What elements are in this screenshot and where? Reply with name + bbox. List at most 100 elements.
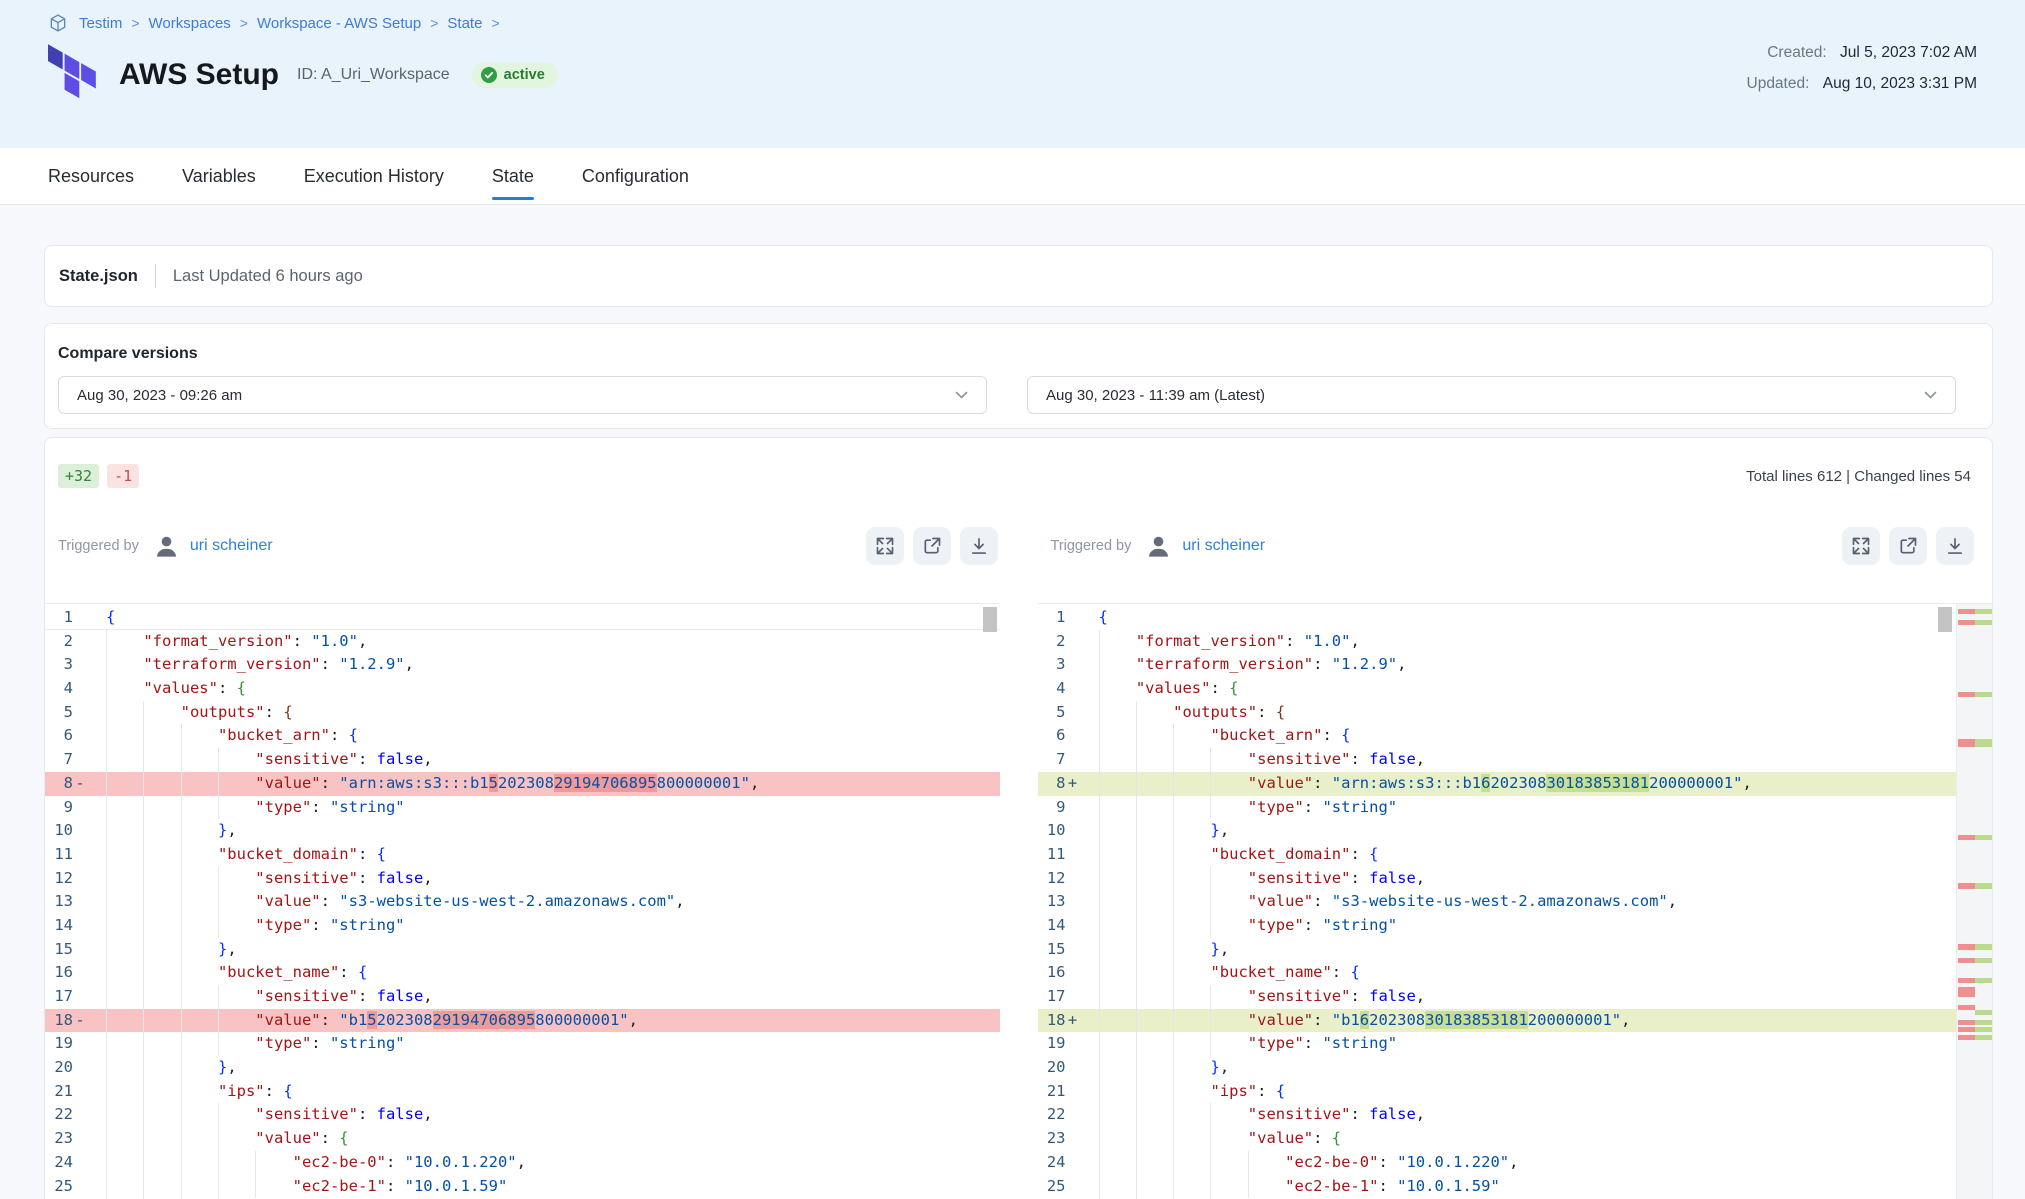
expand-button[interactable] [866,527,904,565]
version-select-from[interactable]: Aug 30, 2023 - 09:26 am [58,376,987,414]
indent-guide [1099,653,1100,677]
indent-guide [106,867,107,891]
indent-guide [1136,1103,1137,1127]
indent-guide [181,867,182,891]
diff-sign [1066,653,1080,677]
indent-guide [143,961,144,985]
code-line: 25"ec2-be-1": "10.0.1.59" [1038,1175,1993,1199]
code-editor-old[interactable]: 1{2"format_version": "1.0",3"terraform_v… [45,603,1000,1199]
indent-guide [181,914,182,938]
indent-guide [1099,914,1100,938]
tab-state[interactable]: State [492,148,534,204]
line-number: 16 [45,961,73,985]
indent-guide [1210,1009,1211,1033]
chevron-down-icon [1924,391,1937,400]
indent-guide [143,1032,144,1056]
indent-guide [181,796,182,820]
line-number: 1 [1038,606,1066,630]
diff-sign [1066,606,1080,630]
diff-panel-new: Triggered by uri scheiner [1038,489,1993,1199]
diff-sign [73,1151,87,1175]
indent-guide [218,796,219,820]
diff-sign [1066,938,1080,962]
workspace-id: ID: A_Uri_Workspace [297,66,450,84]
indent-guide [1248,1175,1249,1199]
tab-resources[interactable]: Resources [48,148,134,204]
indent-guide [181,748,182,772]
indent-guide [1173,724,1174,748]
download-button[interactable] [1936,527,1974,565]
breadcrumb-link[interactable]: Workspaces [149,15,231,32]
breadcrumb-link[interactable]: Workspace - AWS Setup [257,15,421,32]
diff-sign [73,914,87,938]
indent-guide [181,985,182,1009]
indent-guide [255,1175,256,1199]
open-external-button[interactable] [913,527,951,565]
indent-guide [1099,1032,1100,1056]
line-number: 25 [1038,1175,1066,1199]
indent-guide [1136,890,1137,914]
code-line: 1{ [45,606,1000,630]
code-line: 2"format_version": "1.0", [45,630,1000,654]
indent-guide [143,724,144,748]
line-number: 2 [1038,630,1066,654]
indent-guide [1099,1127,1100,1151]
diff-sign [73,867,87,891]
triggered-by-label: Triggered by [1051,538,1132,554]
added-count-badge: +32 [58,464,99,488]
triggered-by-user-link[interactable]: uri scheiner [1182,537,1265,555]
code-editor-new[interactable]: 1{2"format_version": "1.0",3"terraform_v… [1038,603,1993,1199]
diff-sign [1066,1175,1080,1199]
diff-sign [73,1056,87,1080]
line-number: 22 [45,1103,73,1127]
indent-guide [1210,1032,1211,1056]
download-button[interactable] [960,527,998,565]
indent-guide [1099,843,1100,867]
code-line: 5"outputs": { [1038,701,1993,725]
panel-actions [866,527,1000,565]
indent-guide [106,843,107,867]
indent-guide [1099,938,1100,962]
indent-guide [1136,914,1137,938]
diff-sign [1066,1127,1080,1151]
line-number: 17 [1038,985,1066,1009]
breadcrumb-link[interactable]: State [447,15,482,32]
code-line: 16"bucket_name": { [1038,961,1993,985]
indent-guide [218,748,219,772]
indent-guide [106,796,107,820]
line-number: 4 [45,677,73,701]
breadcrumb-separator: > [491,15,499,31]
tab-variables[interactable]: Variables [182,148,256,204]
code-line: 11"bucket_domain": { [1038,843,1993,867]
code-line: 14"type": "string" [1038,914,1993,938]
triggered-by-user-link[interactable]: uri scheiner [190,537,273,555]
indent-guide [143,796,144,820]
external-link-icon [922,536,942,556]
code-line: 5"outputs": { [45,701,1000,725]
diff-sign [1066,796,1080,820]
code-line: 22"sensitive": false, [1038,1103,1993,1127]
created-label: Created: [1767,44,1826,61]
code-line: 16"bucket_name": { [45,961,1000,985]
tab-execution-history[interactable]: Execution History [304,148,444,204]
breadcrumb-link[interactable]: Testim [79,15,122,32]
indent-guide [1173,1032,1174,1056]
expand-button[interactable] [1842,527,1880,565]
updated-row: Updated: Aug 10, 2023 3:31 PM [1747,75,1978,93]
indent-guide [143,890,144,914]
diff-sign [73,724,87,748]
indent-guide [181,1103,182,1127]
indent-guide [218,914,219,938]
code-line: 20}, [1038,1056,1993,1080]
triggered-by-label: Triggered by [58,538,139,554]
line-number: 6 [45,724,73,748]
line-number: 23 [1038,1127,1066,1151]
version-select-to-value: Aug 30, 2023 - 11:39 am (Latest) [1046,387,1265,404]
open-external-button[interactable] [1889,527,1927,565]
tab-configuration[interactable]: Configuration [582,148,689,204]
indent-guide [181,1032,182,1056]
indent-guide [143,1009,144,1033]
version-select-to[interactable]: Aug 30, 2023 - 11:39 am (Latest) [1027,376,1956,414]
code-line: 17"sensitive": false, [45,985,1000,1009]
code-line: 3"terraform_version": "1.2.9", [45,653,1000,677]
